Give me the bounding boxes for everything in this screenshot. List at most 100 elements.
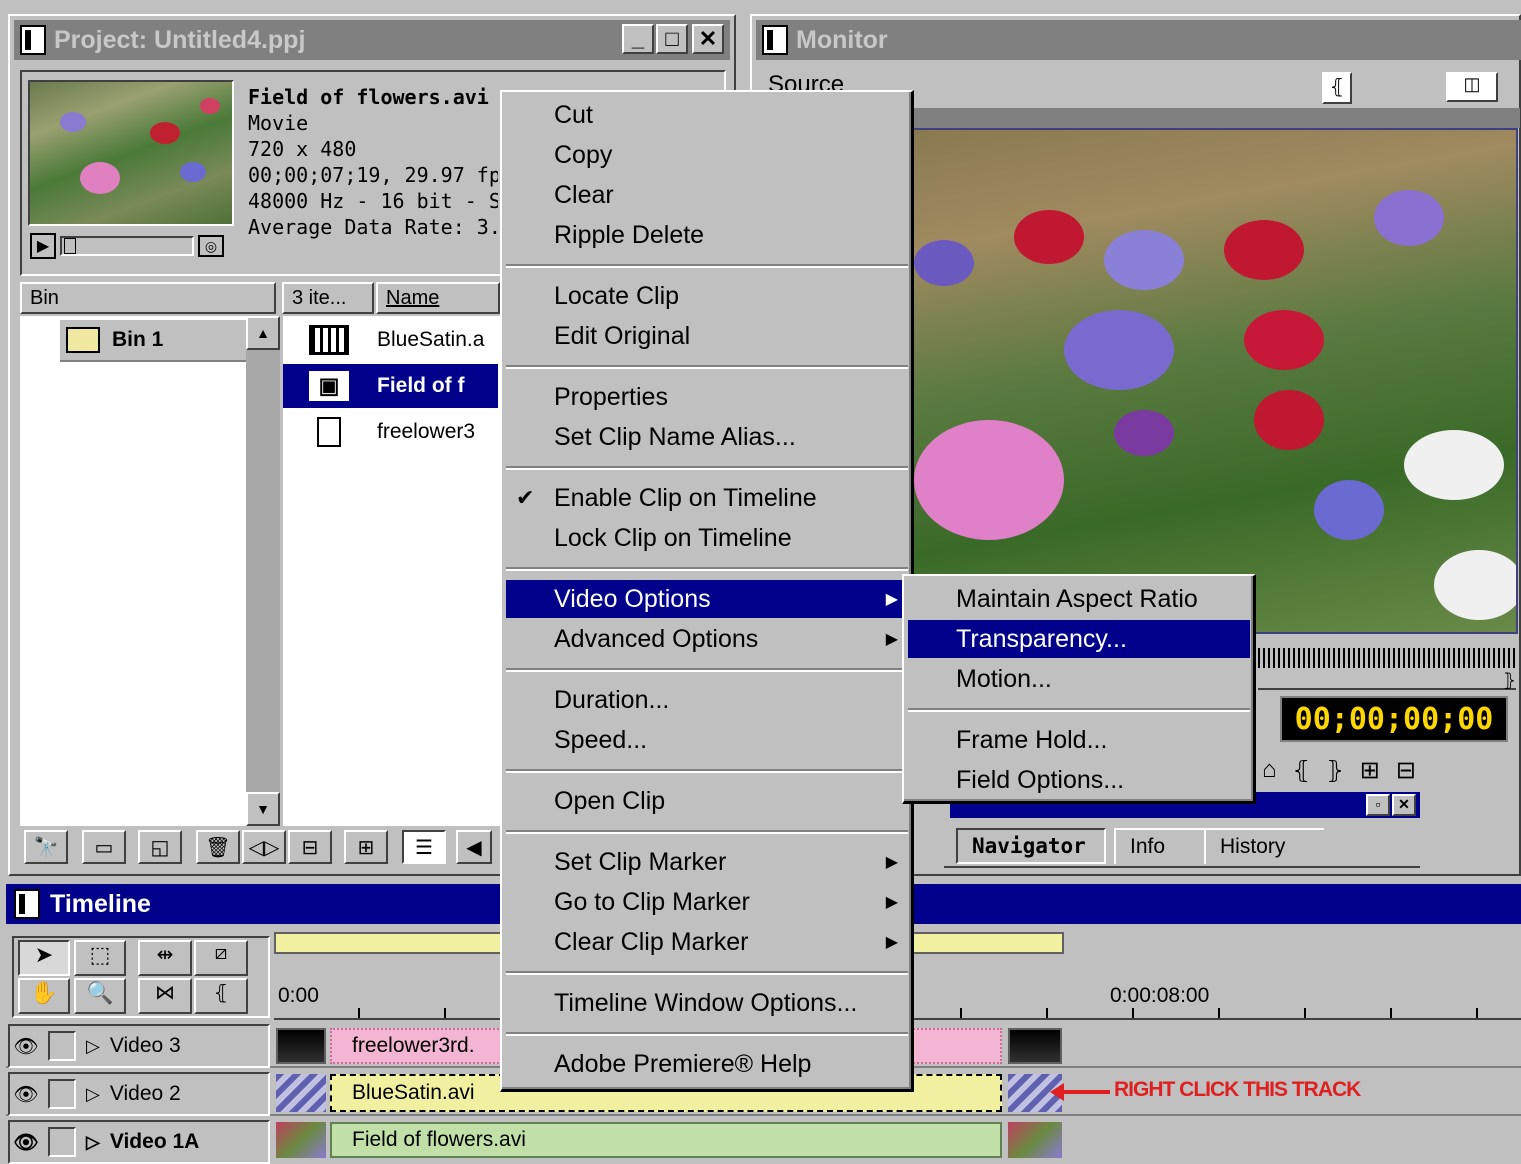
menu-separator [506,567,908,571]
monitor-window-icon [762,25,788,55]
mark-in-button-icon[interactable]: ⦃ [1293,756,1311,785]
menu-item-locate-clip[interactable]: Locate Clip [506,277,908,315]
in-point-tool-icon[interactable]: ⦃ [194,978,248,1014]
list-view-button[interactable]: ☰ [402,830,446,864]
menu-item-clear[interactable]: Clear [506,176,908,214]
bin-item[interactable]: Bin 1 [60,320,246,362]
menu-item-duration[interactable]: Duration... [506,681,908,719]
tab-navigator-label: Navigator [972,834,1086,858]
dual-view-icon[interactable]: ◫ [1446,72,1498,102]
menu-item-open-clip[interactable]: Open Clip [506,782,908,820]
list-item[interactable]: freelower3 [283,410,498,454]
menu-item-enable-clip[interactable]: ✔ Enable Clip on Timeline [506,479,908,517]
menu-item-set-clip-name-alias[interactable]: Set Clip Name Alias... [506,418,908,456]
lift-icon[interactable]: ⊞ [1360,756,1380,785]
timeline-clip-video-1a[interactable]: Field of flowers.avi [330,1122,1002,1158]
preview-scrubber[interactable] [60,236,194,256]
list-item[interactable]: BlueSatin.a [283,318,498,362]
resize-button[interactable]: ◁▷ [242,830,286,864]
lock-toggle[interactable] [48,1031,76,1061]
expand-icon[interactable]: ▷ [86,1036,100,1057]
list-item[interactable]: ▣ Field of f [283,364,498,408]
submenu-arrow-icon: ▶ [885,591,898,608]
hand-tool-icon[interactable]: ✋ [18,978,70,1014]
monitor-titlebar[interactable]: Monitor [756,20,1521,60]
selection-tool-icon[interactable]: ➤ [18,940,70,976]
lock-toggle[interactable] [48,1127,76,1157]
submenu-item-frame-hold[interactable]: Frame Hold... [908,721,1250,759]
tab-history[interactable]: History [1204,828,1324,864]
track-header-video-3[interactable]: 👁 ▷ Video 3 [8,1024,270,1068]
track-select-tool-icon[interactable]: ⇹ [138,940,192,976]
menu-item-cut[interactable]: Cut [506,96,908,134]
mark-out-button-icon[interactable]: ⦄ [1326,756,1344,785]
close-button[interactable]: ✕ [692,24,724,54]
scroll-up-button[interactable]: ▲ [246,316,280,350]
menu-item-help[interactable]: Adobe Premiere® Help [506,1045,908,1083]
range-select-tool-icon[interactable]: ⬚ [74,940,126,976]
submenu-item-transparency[interactable]: Transparency... [908,620,1250,658]
scroll-down-button[interactable]: ▼ [246,792,280,826]
menu-item-lock-clip[interactable]: Lock Clip on Timeline [506,519,908,557]
eye-icon[interactable]: 👁 [10,1130,42,1155]
find-button[interactable]: 🔭 [24,830,68,864]
menu-item-copy[interactable]: Copy [506,136,908,174]
monitor-shuttle[interactable]: ⦄ [1258,670,1516,690]
monitor-timeline-ruler[interactable] [1258,648,1516,668]
menu-item-set-clip-marker[interactable]: Set Clip Marker ▶ [506,843,908,881]
poster-frame-icon[interactable]: ◎ [198,235,224,257]
item-name: BlueSatin.a [377,328,485,351]
eye-icon[interactable]: 👁 [10,1082,42,1107]
filmstrip-icon [309,325,349,355]
maximize-button[interactable]: □ [656,24,688,54]
razor-tool-icon[interactable]: ⧄ [194,940,248,976]
menu-item-edit-original[interactable]: Edit Original [506,317,908,355]
new-bin-button[interactable]: ▭ [82,830,126,864]
track-header-video-1a[interactable]: 👁 ▷ Video 1A [8,1120,270,1164]
menu-item-properties[interactable]: Properties [506,378,908,416]
submenu-item-motion[interactable]: Motion... [908,660,1250,698]
menu-item-video-options[interactable]: Video Options ▶ [506,580,908,618]
track-name: Video 2 [109,1082,181,1105]
delete-button[interactable]: 🗑 [196,830,240,864]
menu-item-advanced-options[interactable]: Advanced Options ▶ [506,620,908,658]
track-header-video-2[interactable]: 👁 ▷ Video 2 [8,1072,270,1116]
lock-toggle[interactable] [48,1079,76,1109]
submenu-item-field-options[interactable]: Field Options... [908,761,1250,799]
play-icon[interactable]: ▶ [30,233,56,259]
name-column-header[interactable]: Name [376,282,500,314]
icon-view-button[interactable]: ⊟ [288,830,332,864]
clip-data-rate: Average Data Rate: 3.62 [248,215,498,239]
bin-column-header[interactable]: Bin [20,282,276,314]
thumbnail-view-button[interactable]: ⊞ [344,830,388,864]
palette-minimize-button[interactable]: ▫ [1366,794,1390,816]
menu-item-clear-clip-marker[interactable]: Clear Clip Marker ▶ [506,923,908,961]
create-item-button[interactable]: ◱ [138,830,182,864]
eye-icon[interactable]: 👁 [10,1034,42,1059]
items-column-header[interactable]: 3 ite... [282,282,374,314]
item-name: freelower3 [377,420,476,443]
monitor-video-preview [912,128,1518,634]
minimize-button[interactable]: _ [622,24,654,54]
mark-in-icon[interactable]: ⦃ [1322,72,1352,104]
expand-icon[interactable]: ▷ [86,1132,100,1153]
menu-item-ripple-delete[interactable]: Ripple Delete [506,216,908,254]
project-titlebar[interactable]: Project: Untitled4.ppj _ □ ✕ [14,20,730,60]
item-name: Field of f [377,374,465,397]
palette-close-button[interactable]: ✕ [1392,794,1416,816]
tab-navigator[interactable]: Navigator [956,828,1106,864]
bin-scrollbar[interactable]: ▲ ▼ [246,316,280,826]
set-marker-icon[interactable]: ⌂ [1262,756,1277,784]
scroll-left-button[interactable]: ◀ [456,830,492,864]
monitor-timecode[interactable]: 00;00;00;00 [1280,696,1508,742]
cross-fade-tool-icon[interactable]: ⋈ [138,978,192,1014]
submenu-item-maintain-aspect-ratio[interactable]: Maintain Aspect Ratio [908,580,1250,618]
zoom-tool-icon[interactable]: 🔍 [74,978,126,1014]
expand-icon[interactable]: ▷ [86,1084,100,1105]
menu-item-speed[interactable]: Speed... [506,721,908,759]
submenu-arrow-icon: ▶ [885,854,898,871]
menu-item-timeline-window-options[interactable]: Timeline Window Options... [506,984,908,1022]
tab-info[interactable]: Info [1114,828,1204,864]
extract-icon[interactable]: ⊟ [1396,756,1416,785]
menu-item-go-to-clip-marker[interactable]: Go to Clip Marker ▶ [506,883,908,921]
